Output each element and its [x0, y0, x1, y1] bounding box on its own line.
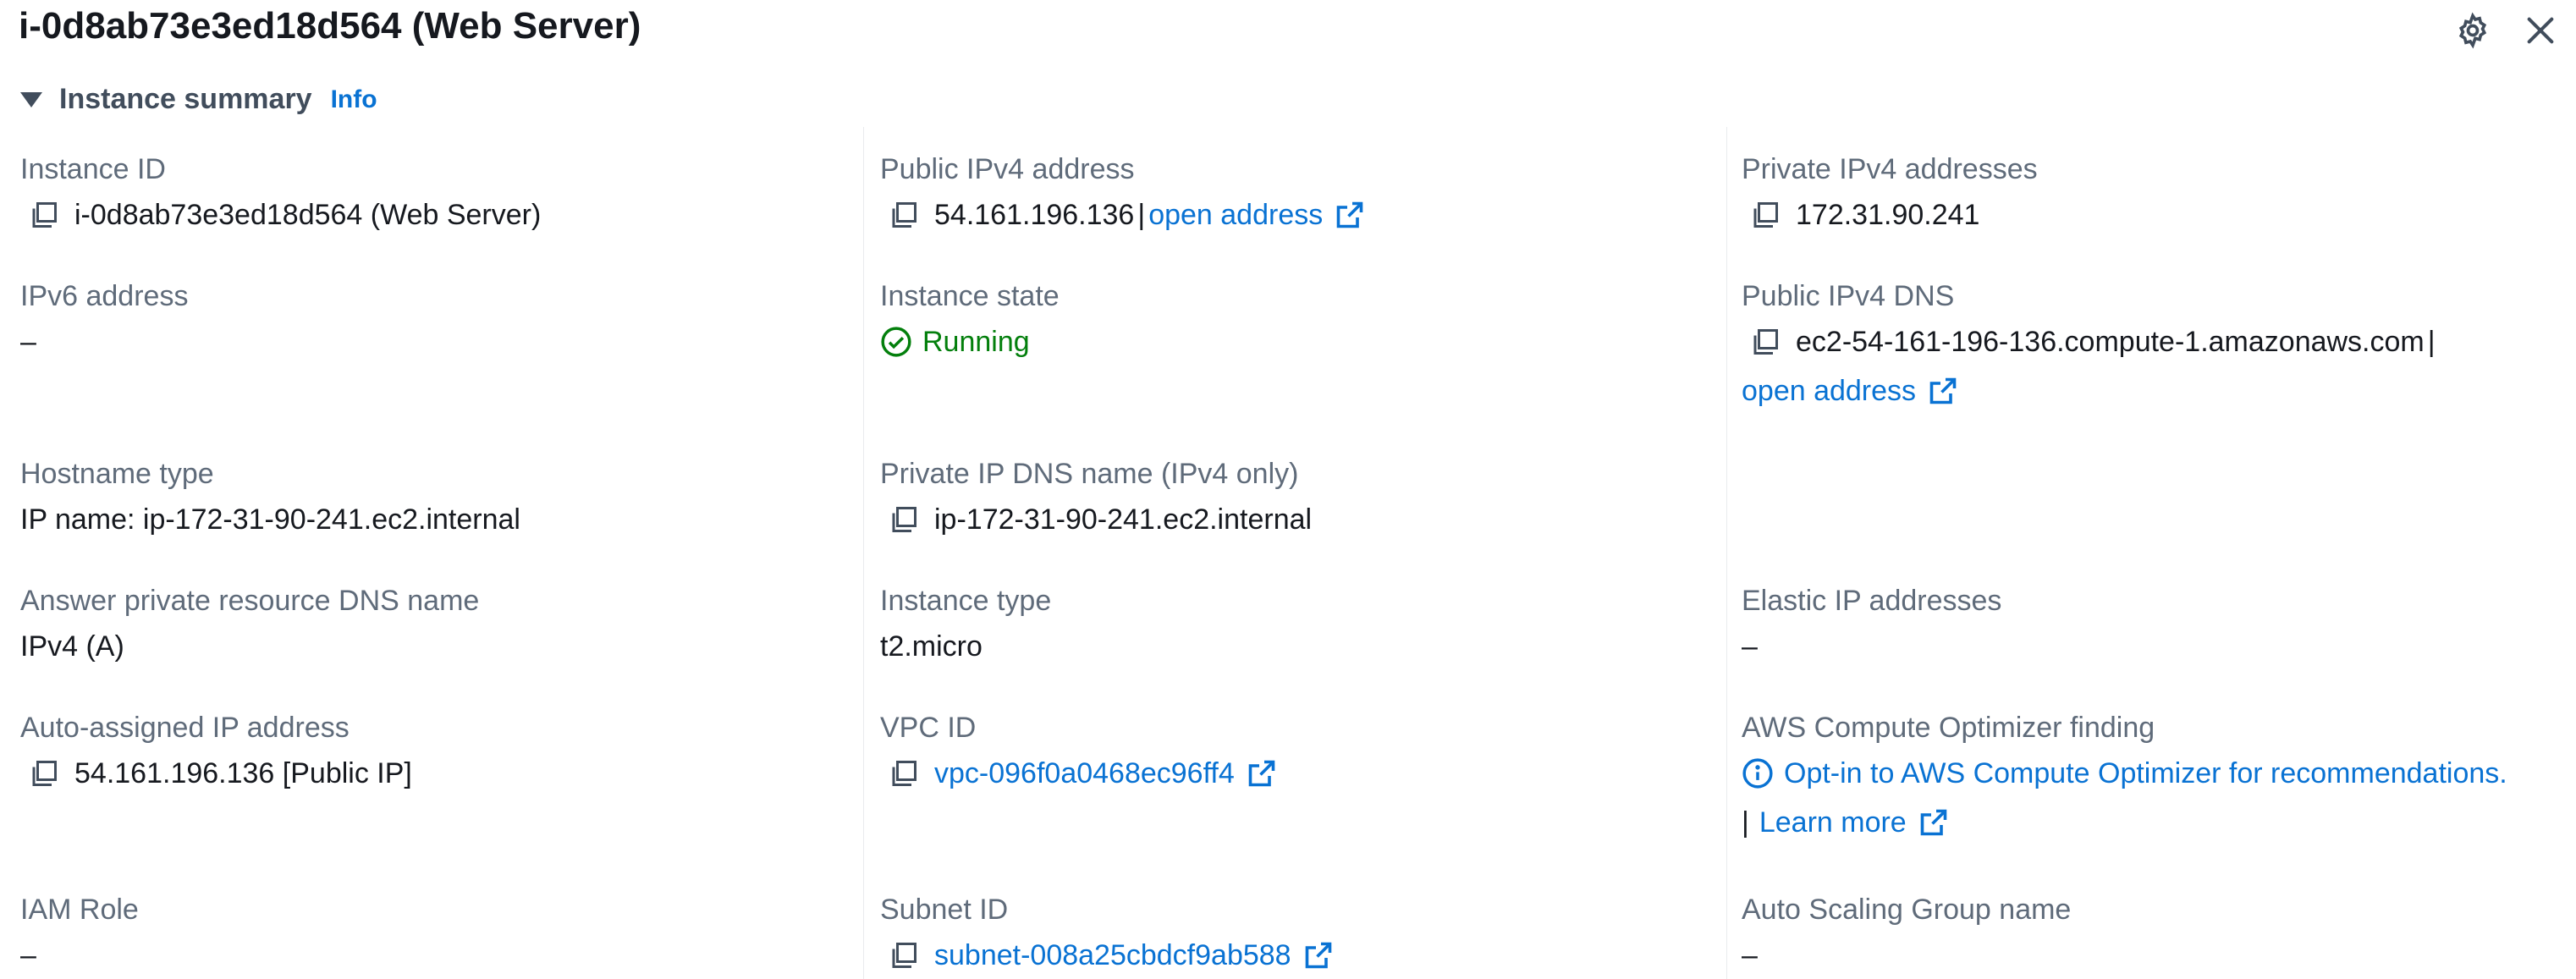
- check-circle-icon: [881, 327, 911, 357]
- column-divider: [1726, 127, 1727, 979]
- field-label: VPC ID: [880, 712, 977, 744]
- external-link-icon[interactable]: [1335, 200, 1365, 230]
- external-link-icon[interactable]: [1247, 758, 1277, 789]
- field-instance-state: Instance state Running: [880, 279, 1060, 359]
- public-ipv4-value: 54.161.196.136: [934, 199, 1135, 231]
- field-ipv6: IPv6 address –: [20, 279, 188, 359]
- copy-icon[interactable]: [889, 504, 919, 535]
- copy-icon[interactable]: [889, 940, 919, 971]
- hostname-type-value: IP name: ip-172-31-90-241.ec2.internal: [20, 503, 520, 536]
- field-label: Answer private resource DNS name: [20, 585, 480, 617]
- field-iam-role: IAM Role –: [20, 893, 139, 972]
- iam-role-value: –: [20, 939, 36, 971]
- field-answer-dns: Answer private resource DNS name IPv4 (A…: [20, 584, 479, 663]
- vpc-id-link[interactable]: vpc-096f0a0468ec96ff4: [934, 756, 1235, 790]
- field-private-dns: Private IP DNS name (IPv4 only) ip-172-3…: [880, 457, 1312, 536]
- copy-icon[interactable]: [1750, 200, 1781, 230]
- field-label: Public IPv4 DNS: [1742, 280, 1955, 312]
- column-divider: [863, 127, 864, 979]
- subnet-id-link[interactable]: subnet-008a25cbdcf9ab588: [934, 938, 1291, 972]
- info-link[interactable]: Info: [331, 85, 377, 114]
- field-subnet-id: Subnet ID subnet-008a25cbdcf9ab588: [880, 893, 1334, 972]
- open-address-link[interactable]: open address: [1742, 374, 1916, 408]
- status-badge: Running: [880, 325, 1060, 359]
- field-label: Instance state: [880, 280, 1060, 312]
- copy-icon[interactable]: [1750, 327, 1781, 357]
- instance-id-value: i-0d8ab73e3ed18d564 (Web Server): [74, 199, 542, 231]
- field-label: Auto-assigned IP address: [20, 712, 350, 744]
- field-label: Private IPv4 addresses: [1742, 153, 2038, 185]
- field-instance-id: Instance ID i-0d8ab73e3ed18d564 (Web Ser…: [20, 152, 541, 232]
- instance-type-value: t2.micro: [880, 630, 983, 663]
- private-dns-value: ip-172-31-90-241.ec2.internal: [934, 503, 1313, 536]
- field-auto-ip: Auto-assigned IP address 54.161.196.136 …: [20, 711, 412, 790]
- field-label: Instance type: [880, 585, 1052, 617]
- public-dns-value: ec2-54-161-196-136.compute-1.amazonaws.c…: [1796, 326, 2425, 358]
- field-label: AWS Compute Optimizer finding: [1742, 712, 2155, 744]
- section-title: Instance summary: [59, 83, 312, 115]
- caret-down-icon[interactable]: [20, 91, 42, 107]
- answer-dns-value: IPv4 (A): [20, 630, 124, 663]
- field-label: Elastic IP addresses: [1742, 585, 2002, 617]
- field-label: IAM Role: [20, 894, 139, 926]
- opt-in-link[interactable]: Opt-in to AWS Compute Optimizer for reco…: [1784, 756, 2507, 790]
- separator: |: [1137, 199, 1146, 231]
- asg-name-value: –: [1742, 939, 1758, 971]
- section-header[interactable]: Instance summary Info: [20, 83, 377, 116]
- field-label: Hostname type: [20, 458, 214, 490]
- field-vpc-id: VPC ID vpc-096f0a0468ec96ff4: [880, 711, 1277, 790]
- field-instance-type: Instance type t2.micro: [880, 584, 1051, 663]
- copy-icon[interactable]: [29, 200, 59, 230]
- field-compute-optimizer: AWS Compute Optimizer finding Opt-in to …: [1742, 711, 2507, 839]
- separator: |: [1742, 806, 1749, 839]
- gear-icon[interactable]: [2454, 12, 2491, 49]
- external-link-icon[interactable]: [1918, 807, 1949, 838]
- info-icon: [1742, 758, 1773, 789]
- field-label: IPv6 address: [20, 280, 189, 312]
- copy-icon[interactable]: [889, 200, 919, 230]
- ipv6-value: –: [20, 326, 36, 358]
- instance-state-value: Running: [922, 326, 1030, 358]
- field-label: Subnet ID: [880, 894, 1009, 926]
- field-label: Private IP DNS name (IPv4 only): [880, 458, 1299, 490]
- field-asg-name: Auto Scaling Group name –: [1742, 893, 2071, 972]
- copy-icon[interactable]: [889, 758, 919, 789]
- field-label: Auto Scaling Group name: [1742, 894, 2072, 926]
- learn-more-link[interactable]: Learn more: [1759, 806, 1907, 839]
- close-icon[interactable]: [2524, 14, 2557, 47]
- field-elastic-ip: Elastic IP addresses –: [1742, 584, 2001, 663]
- auto-ip-value: 54.161.196.136 [Public IP]: [74, 757, 412, 789]
- elastic-ip-value: –: [1742, 630, 1758, 663]
- field-hostname-type: Hostname type IP name: ip-172-31-90-241.…: [20, 457, 520, 536]
- external-link-icon[interactable]: [1303, 940, 1334, 971]
- field-public-ipv4: Public IPv4 address 54.161.196.136 | ope…: [880, 152, 1365, 232]
- copy-icon[interactable]: [29, 758, 59, 789]
- field-label: Instance ID: [20, 153, 166, 185]
- header-actions: [2454, 12, 2557, 49]
- open-address-link[interactable]: open address: [1148, 198, 1323, 232]
- field-public-dns: Public IPv4 DNS ec2-54-161-196-136.compu…: [1742, 279, 2439, 408]
- page-title: i-0d8ab73e3ed18d564 (Web Server): [19, 5, 641, 47]
- separator: |: [2427, 326, 2436, 358]
- external-link-icon[interactable]: [1928, 376, 1958, 406]
- private-ipv4-value: 172.31.90.241: [1796, 199, 1980, 231]
- field-private-ipv4: Private IPv4 addresses 172.31.90.241: [1742, 152, 2038, 232]
- field-label: Public IPv4 address: [880, 153, 1135, 185]
